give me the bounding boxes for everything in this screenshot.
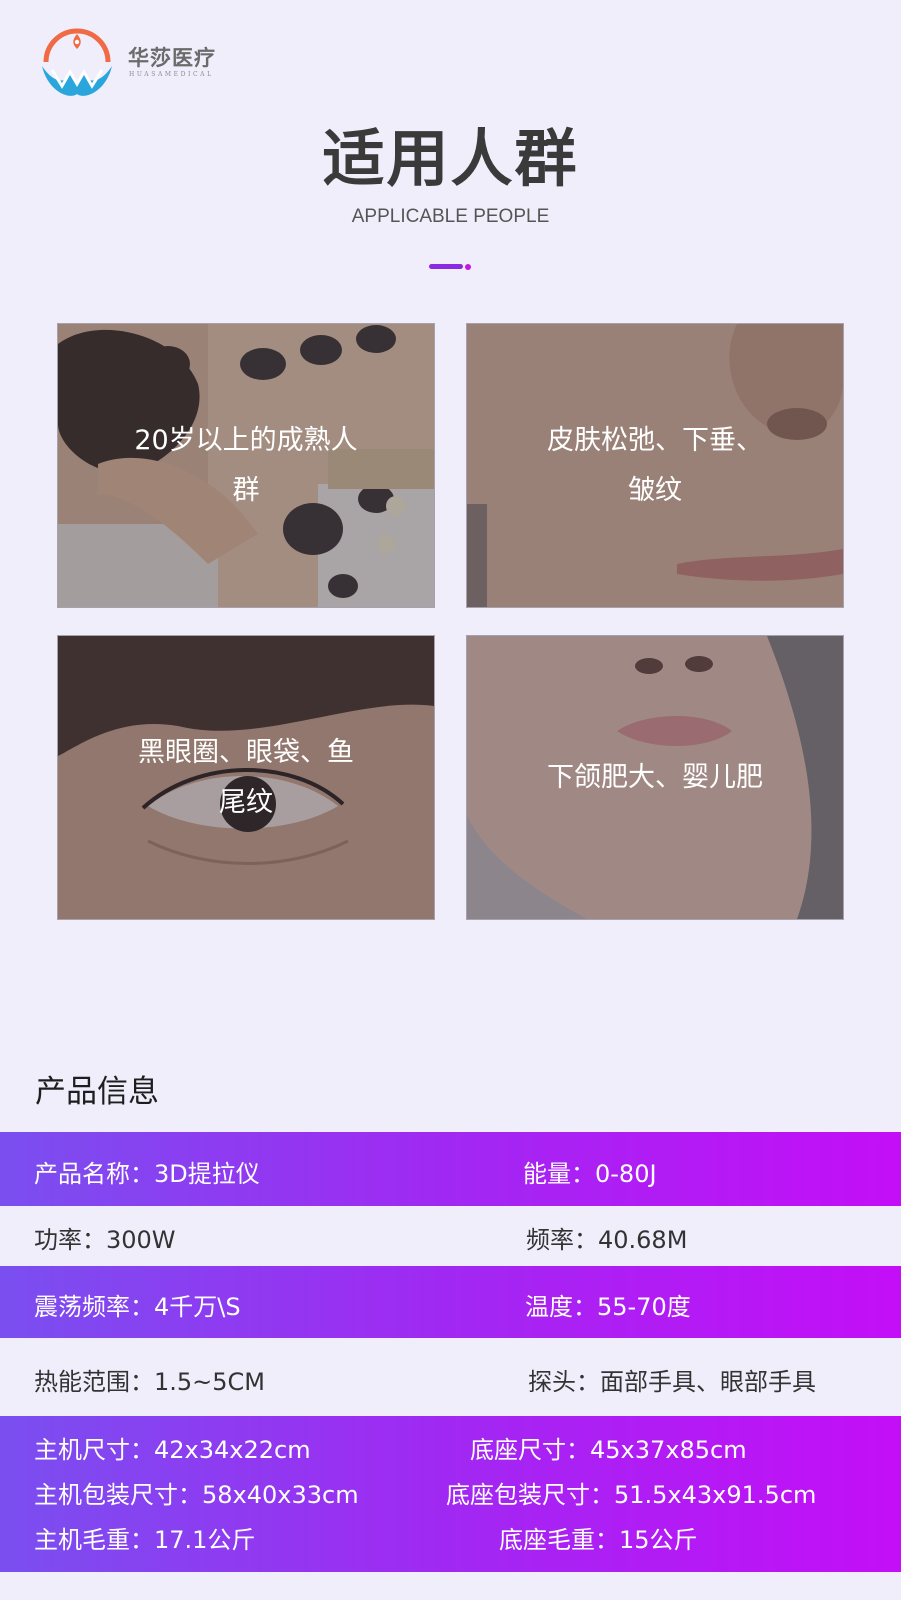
spec-oscillation: 震荡频率：4千万\S [34, 1293, 241, 1321]
title-divider-dot [465, 264, 471, 270]
spec-frequency: 频率：40.68M [526, 1226, 688, 1254]
spec-row: 热能范围：1.5~5CM 探头：面部手具、眼部手具 [0, 1338, 901, 1416]
page-title: 适用人群 [322, 122, 579, 195]
spec-row: 产品名称：3D提拉仪 能量：0-80J [0, 1132, 901, 1206]
spec-base-weight: 底座毛重：15公斤 [499, 1526, 698, 1554]
audience-card-eye: 黑眼圈、眼袋、鱼尾纹 [57, 635, 435, 920]
spec-row: 震荡频率：4千万\S 温度：55-70度 [0, 1266, 901, 1338]
audience-card-mature: 20岁以上的成熟人群 [57, 323, 435, 608]
brand-name-en: HUASAMEDICAL [129, 71, 214, 78]
spec-product-name: 产品名称：3D提拉仪 [34, 1160, 260, 1188]
audience-card-caption: 黑眼圈、眼袋、鱼尾纹 [138, 736, 354, 818]
audience-card-chin: 下颌肥大、婴儿肥 [466, 635, 844, 920]
audience-card-caption: 20岁以上的成熟人群 [134, 424, 358, 506]
brand-logo: 华莎医疗 HUASAMEDICAL [38, 22, 238, 98]
product-info-title: 产品信息 [35, 1074, 159, 1110]
spec-base-package-size: 底座包装尺寸：51.5x43x91.5cm [446, 1481, 817, 1509]
title-divider [429, 264, 463, 269]
audience-card-caption: 下颌肥大、婴儿肥 [547, 761, 763, 793]
spec-base-size: 底座尺寸：45x37x85cm [470, 1436, 747, 1464]
spec-power: 功率：300W [34, 1226, 176, 1254]
spec-probe: 探头：面部手具、眼部手具 [528, 1368, 816, 1396]
spec-heat-range: 热能范围：1.5~5CM [34, 1368, 266, 1396]
spec-host-package-size: 主机包装尺寸：58x40x33cm [34, 1481, 359, 1509]
audience-card-skin: 皮肤松弛、下垂、皱纹 [466, 323, 844, 608]
hw-logo-icon [42, 28, 112, 96]
brand-name-cn: 华莎医疗 [128, 46, 216, 70]
spec-host-size: 主机尺寸：42x34x22cm [34, 1436, 311, 1464]
spec-energy: 能量：0-80J [523, 1160, 657, 1188]
audience-card-caption: 皮肤松弛、下垂、皱纹 [547, 424, 763, 506]
page-subtitle: APPLICABLE PEOPLE [351, 206, 550, 227]
spec-row: 功率：300W 频率：40.68M [0, 1206, 901, 1266]
spec-host-weight: 主机毛重：17.1公斤 [34, 1526, 256, 1554]
spec-block-dimensions: 主机尺寸：42x34x22cm 底座尺寸：45x37x85cm 主机包装尺寸：5… [0, 1416, 901, 1572]
spec-temperature: 温度：55-70度 [525, 1293, 691, 1321]
